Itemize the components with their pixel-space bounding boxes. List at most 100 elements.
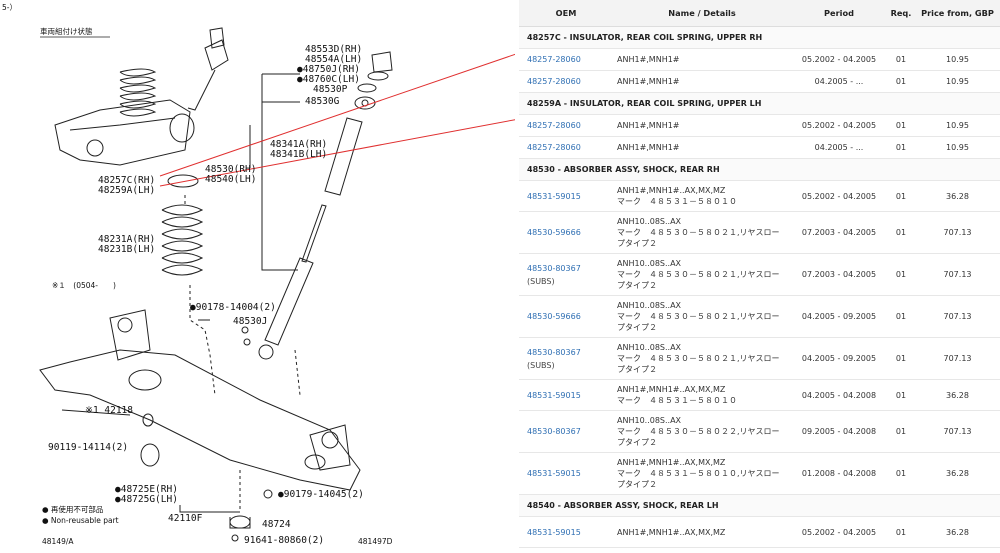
label-48724: 48724	[262, 519, 291, 530]
label-48530G: 48530G	[305, 96, 340, 107]
label-48725G: ●48725G(LH)	[115, 494, 178, 505]
table-row: 48531-59015 ANH1#,MNH1#..AX,MX,MZ マーク ４８５３…	[519, 180, 1000, 212]
price-cell: 707.13	[915, 211, 1000, 254]
price-cell: 10.95	[915, 48, 1000, 71]
table-row: 48257-28060 ANH1#,MNH1# 04.2005 - ... 01 10.…	[519, 70, 1000, 93]
subs-note: (SUBS)	[527, 360, 555, 370]
details-cell: ANH1#,MNH1#..AX,MX,MZ マーク ４８５３１－５８０１０	[613, 180, 791, 212]
oem-link[interactable]: 48531-59015	[527, 469, 581, 478]
detail-line: ANH10..08S..AX	[617, 259, 682, 268]
oem-link[interactable]: 48531-59015	[527, 192, 581, 201]
col-oem[interactable]: OEM	[519, 0, 613, 27]
detail-line: マーク ４８５３０－５８０２１,リヤスロー	[617, 312, 780, 321]
req-cell: 01	[887, 70, 915, 93]
oem-link[interactable]: 48530-59666	[527, 312, 581, 321]
table-row: 48531-59015 ANH1#,MNH1#..AX,MX,MZ 05.2002 …	[519, 516, 1000, 548]
oem-cell: 48531-59015	[519, 180, 613, 212]
details-cell: ANH1#,MNH1#	[613, 114, 791, 137]
oem-cell: 48257-28060	[519, 136, 613, 159]
detail-line: マーク ４８５３０－５８０２２,リヤスロー	[617, 427, 780, 436]
price-cell: 707.13	[915, 253, 1000, 296]
detail-line: ANH1#,MNH1#..AX,MX,MZ	[617, 458, 726, 467]
label-42110F: 42110F	[168, 513, 203, 524]
oem-link[interactable]: 48530-59666	[527, 228, 581, 237]
label-48259A: 48259A(LH)	[98, 185, 155, 196]
period-cell: 04.2005 - ...	[791, 136, 887, 159]
table-row: 48257-28060 ANH1#,MNH1# 05.2002 - 04.2005 0…	[519, 48, 1000, 71]
period-cell: 05.2002 - 04.2005	[791, 516, 887, 548]
label-48530J: 48530J	[233, 316, 267, 327]
detail-line: マーク ４８５３１－５８０１０,リヤスロー	[617, 469, 780, 478]
legend-jp: ● 再使用不可部品	[42, 504, 103, 514]
oem-link[interactable]: 48530-80367	[527, 427, 581, 436]
period-cell: 07.2003 - 04.2005	[791, 211, 887, 254]
details-cell: ANH1#,MNH1#..AX,MX,MZ マーク ４８５３１－５８０１０,リヤス…	[613, 452, 791, 495]
label-42118: ※1 42118	[85, 405, 133, 416]
table-row: 48530-80367 ANH10..08S..AX マーク ４８５３０－５８０２２…	[519, 410, 1000, 453]
period-cell: 05.2002 - 04.2005	[791, 114, 887, 137]
table-row: 48530-59666 ANH10..08S..AX マーク ４８５３０－５８０２１…	[519, 295, 1000, 338]
table-row: 48531-59015 ANH1#,MNH1#..AX,MX,MZ マーク ４８５３…	[519, 379, 1000, 411]
oem-link[interactable]: 48257-28060	[527, 143, 581, 152]
table-row: 48531-59015 ANH1#,MNH1#..AX,MX,MZ マーク ４８５３…	[519, 452, 1000, 495]
detail-line: プタイプ２	[617, 480, 657, 489]
col-name-details[interactable]: Name / Details	[613, 0, 791, 27]
corner-label: 5-）	[2, 3, 17, 12]
oem-cell: 48530-59666	[519, 295, 613, 338]
detail-line: プタイプ２	[617, 438, 657, 447]
price-cell: 10.95	[915, 136, 1000, 159]
label-48540: 48540(LH)	[205, 174, 256, 185]
price-cell: 36.28	[915, 180, 1000, 212]
detail-line: ANH10..08S..AX	[617, 301, 682, 310]
price-cell: 36.28	[915, 379, 1000, 411]
detail-line: プタイプ２	[617, 365, 657, 374]
period-cell: 09.2005 - 04.2008	[791, 410, 887, 453]
req-cell: 01	[887, 180, 915, 212]
note-one: ※１ (0504- )	[52, 281, 116, 290]
details-cell: ANH10..08S..AX マーク ４８５３０－５８０２１,リヤスロー プタイプ２	[613, 253, 791, 296]
oem-link[interactable]: 48257-28060	[527, 121, 581, 130]
price-cell: 36.28	[915, 516, 1000, 548]
oem-link[interactable]: 48257-28060	[527, 77, 581, 86]
label-90178: ●90178-14004(2)	[190, 302, 276, 313]
detail-line: ANH10..08S..AX	[617, 217, 682, 226]
col-price[interactable]: Price from, GBP	[915, 0, 1000, 27]
oem-cell: 48257-28060	[519, 48, 613, 71]
req-cell: 01	[887, 211, 915, 254]
oem-cell: 48531-59015	[519, 452, 613, 495]
oem-link[interactable]: 48530-80367	[527, 348, 581, 357]
details-cell: ANH1#,MNH1#..AX,MX,MZ マーク ４８５３１－５８０１０	[613, 379, 791, 411]
req-cell: 01	[887, 410, 915, 453]
detail-line: ANH1#,MNH1#	[617, 55, 680, 64]
detail-line: マーク ４８５３０－５８０２１,リヤスロー	[617, 354, 780, 363]
price-cell: 707.13	[915, 295, 1000, 338]
oem-link[interactable]: 48531-59015	[527, 528, 581, 537]
exploded-diagram-svg: 5-） 車両組付け状態 48553D(RH) 48554A(LH) ●48750…	[2, 3, 515, 546]
price-cell: 36.28	[915, 452, 1000, 495]
period-cell: 04.2005 - 04.2008	[791, 379, 887, 411]
oem-link[interactable]: 48257-28060	[527, 55, 581, 64]
group-title: 48259A - INSULATOR, REAR COIL SPRING, UP…	[519, 92, 1000, 115]
details-cell: ANH1#,MNH1#	[613, 48, 791, 71]
label-90179: ●90179-14045(2)	[278, 489, 364, 500]
group-header-row: 48530 - ABSORBER ASSY, SHOCK, REAR RH	[519, 158, 1000, 181]
details-cell: ANH10..08S..AX マーク ４８５３０－５８０２１,リヤスロー プタイプ２	[613, 211, 791, 254]
subs-note: (SUBS)	[527, 276, 555, 286]
detail-line: マーク ４８５３１－５８０１０	[617, 396, 737, 405]
period-cell: 04.2005 - 09.2005	[791, 295, 887, 338]
detail-line: プタイプ２	[617, 281, 657, 290]
group-header-row: 48257C - INSULATOR, REAR COIL SPRING, UP…	[519, 26, 1000, 49]
legend-en: ● Non-reusable part	[42, 516, 119, 525]
details-cell: ANH10..08S..AX マーク ４８５３０－５８０２２,リヤスロー プタイプ２	[613, 410, 791, 453]
period-cell: 04.2005 - 09.2005	[791, 337, 887, 380]
oem-link[interactable]: 48531-59015	[527, 391, 581, 400]
price-cell: 10.95	[915, 70, 1000, 93]
table-body: 48257C - INSULATOR, REAR COIL SPRING, UP…	[519, 26, 1000, 548]
req-cell: 01	[887, 379, 915, 411]
col-period[interactable]: Period	[791, 0, 887, 27]
col-req[interactable]: Req.	[887, 0, 915, 27]
detail-line: マーク ４８５３０－５８０２１,リヤスロー	[617, 228, 780, 237]
oem-link[interactable]: 48530-80367	[527, 264, 581, 273]
detail-line: ANH1#,MNH1#..AX,MX,MZ	[617, 527, 726, 537]
detail-line: ANH10..08S..AX	[617, 343, 682, 352]
